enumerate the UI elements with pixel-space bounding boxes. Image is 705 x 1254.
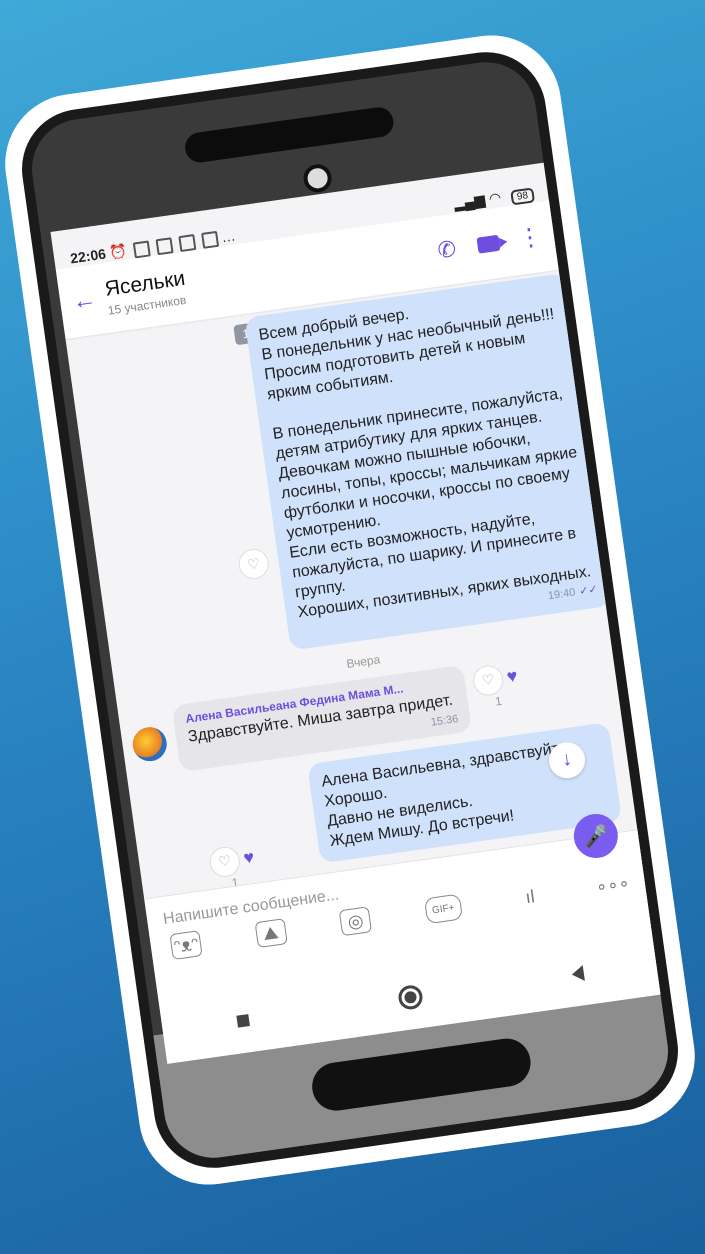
like-heart-icon[interactable]: ♡ [236,547,271,581]
wifi-icon: ◠ [487,189,503,207]
more-options-icon[interactable]: ⋮ [514,223,546,255]
filled-heart-icon[interactable]: ♥ [242,847,256,869]
gallery-icon[interactable]: ⛰ [254,918,288,949]
more-notifications-icon: … [220,227,237,245]
like-heart-icon[interactable]: ♡ [471,663,506,698]
like-heart-icon[interactable]: ♡ [207,844,242,879]
message-time: 19:40 [547,586,577,603]
call-icon[interactable]: ✆ [431,234,463,266]
sticker-icon[interactable]: ᵔᴥᵔ [169,930,203,961]
message-text: Всем добрый вечер. В понедельник у нас н… [257,305,593,622]
message-list[interactable]: 17.04.2021 Всем добрый вечер. В понедель… [66,272,638,890]
signal-icon: ▂▄▆ [452,191,487,212]
camera-icon[interactable]: ◎ [338,906,373,937]
filled-heart-icon[interactable]: ♥ [505,666,519,688]
more-icon[interactable]: ∘∘∘ [595,871,631,899]
reactions: ♡ ♥ 1 [471,661,521,711]
read-receipt-icon: ✓✓ [578,583,599,598]
phone-mockup: 22:06 ⏰ … ▂▄▆ ◠ 98 ← Ясельки 15 участник… [0,26,704,1194]
gif-button[interactable]: GIF+ [423,893,463,925]
outgoing-bubble[interactable]: Всем добрый вечер. В понедельник у нас н… [244,272,612,651]
earpiece-speaker [183,105,396,165]
avatar[interactable] [130,724,169,764]
phone-bezel: 22:06 ⏰ … ▂▄▆ ◠ 98 ← Ясельки 15 участник… [14,44,686,1176]
alarm-icon: ⏰ [108,242,129,261]
nav-back-button[interactable] [570,965,585,983]
screen: 22:06 ⏰ … ▂▄▆ ◠ 98 ← Ясельки 15 участник… [50,162,663,1064]
message-outgoing-1: Всем добрый вечер. В понедельник у нас н… [76,272,612,674]
front-camera [301,162,334,195]
recent-apps-button[interactable] [236,1014,251,1028]
video-call-icon[interactable] [473,228,505,260]
poll-icon[interactable]: ıl [514,883,545,911]
home-button[interactable] [396,983,425,1011]
back-arrow-icon[interactable]: ← [71,284,109,316]
phone-frame: 22:06 ⏰ … ▂▄▆ ◠ 98 ← Ясельки 15 участник… [0,26,704,1194]
